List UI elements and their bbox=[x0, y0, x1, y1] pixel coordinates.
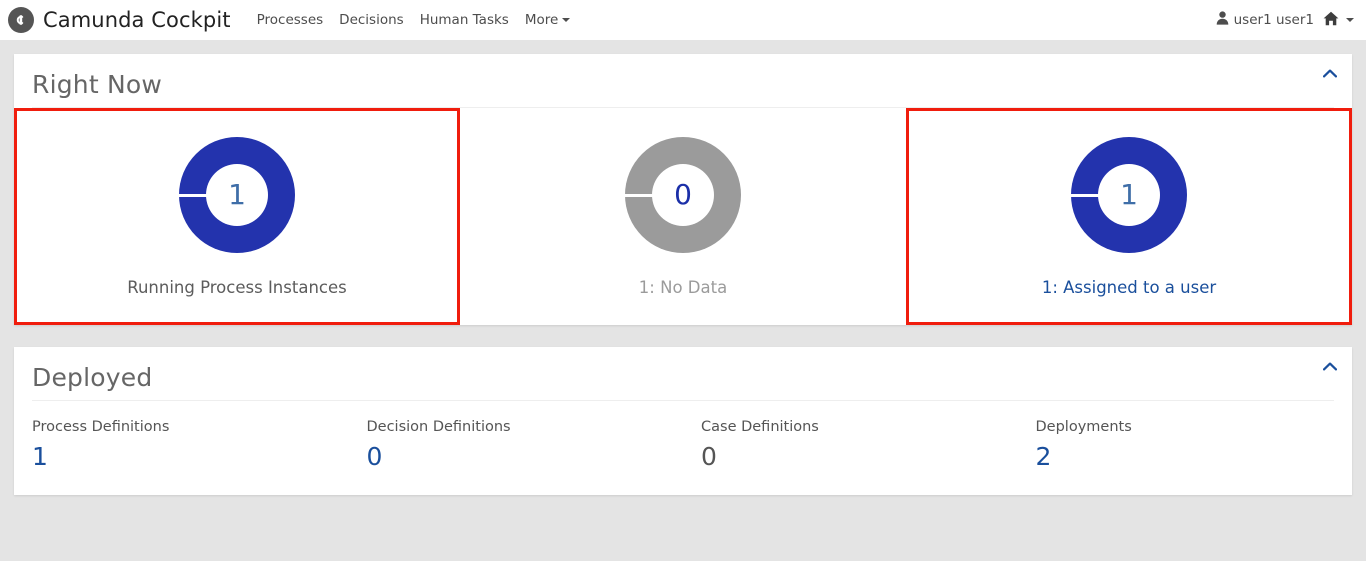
stat-label: Deployments bbox=[1035, 419, 1132, 435]
right-now-collapse-toggle[interactable] bbox=[1321, 63, 1339, 81]
metric-label: 1: No Data bbox=[638, 278, 728, 297]
main-nav: Processes Decisions Human Tasks More bbox=[249, 12, 579, 28]
home-menu[interactable] bbox=[1323, 11, 1354, 30]
page-content: Right Now 1 Running Process Instances 0 … bbox=[0, 40, 1366, 495]
home-icon bbox=[1323, 11, 1339, 30]
stat-deployments: Deployments 2 bbox=[1018, 419, 1353, 469]
right-now-title: Right Now bbox=[32, 70, 163, 99]
stat-label: Process Definitions bbox=[32, 419, 170, 435]
deployed-stats: Process Definitions 1 Decision Definitio… bbox=[14, 401, 1352, 495]
metric-assigned-to-a-user[interactable]: 1 1: Assigned to a user bbox=[906, 108, 1352, 325]
user-name: user1 user1 bbox=[1233, 12, 1314, 28]
stat-label: Case Definitions bbox=[701, 419, 819, 435]
donut-hole: 1 bbox=[206, 164, 268, 226]
stat-case-definitions: Case Definitions 0 bbox=[683, 419, 1018, 469]
chevron-down-icon bbox=[1346, 18, 1354, 22]
nav-item-decisions[interactable]: Decisions bbox=[331, 12, 412, 28]
deployed-header: Deployed bbox=[14, 347, 1352, 400]
stat-process-definitions: Process Definitions 1 bbox=[14, 419, 349, 469]
header-right-controls: user1 user1 bbox=[1216, 0, 1354, 40]
metric-value: 1 bbox=[1120, 178, 1138, 211]
right-now-card: Right Now 1 Running Process Instances 0 … bbox=[14, 54, 1352, 325]
stat-value[interactable]: 0 bbox=[367, 444, 684, 469]
deployed-collapse-toggle[interactable] bbox=[1321, 356, 1339, 374]
donut-chart-assigned-to-a-user: 1 bbox=[1071, 137, 1187, 253]
right-now-metrics: 1 Running Process Instances 0 1: No Data bbox=[14, 108, 1352, 325]
donut-hole: 1 bbox=[1098, 164, 1160, 226]
nav-item-processes[interactable]: Processes bbox=[249, 12, 332, 28]
deployed-card: Deployed Process Definitions 1 Decision … bbox=[14, 347, 1352, 495]
chevron-up-icon bbox=[1322, 63, 1338, 82]
chevron-down-icon bbox=[562, 17, 571, 22]
metric-value: 0 bbox=[674, 178, 692, 211]
metric-label: Running Process Instances bbox=[127, 278, 347, 297]
stat-value[interactable]: 2 bbox=[1036, 444, 1353, 469]
donut-gap bbox=[179, 193, 208, 197]
donut-gap bbox=[1071, 193, 1100, 197]
metric-value: 1 bbox=[228, 178, 246, 211]
stat-decision-definitions: Decision Definitions 0 bbox=[349, 419, 684, 469]
brand-title: Camunda Cockpit bbox=[43, 7, 231, 32]
donut-chart-running-process-instances: 1 bbox=[179, 137, 295, 253]
nav-item-human-tasks[interactable]: Human Tasks bbox=[412, 12, 517, 28]
donut-chart-no-data: 0 bbox=[625, 137, 741, 253]
nav-item-more-label: More bbox=[524, 11, 559, 28]
stat-value: 0 bbox=[701, 442, 717, 471]
stat-value[interactable]: 1 bbox=[32, 444, 349, 469]
user-menu[interactable]: user1 user1 bbox=[1216, 11, 1314, 29]
donut-hole: 0 bbox=[652, 164, 714, 226]
right-now-header: Right Now bbox=[14, 54, 1352, 107]
stat-label: Decision Definitions bbox=[366, 419, 511, 435]
app-header: Camunda Cockpit Processes Decisions Huma… bbox=[0, 0, 1366, 40]
metric-no-data[interactable]: 0 1: No Data bbox=[460, 108, 906, 325]
deployed-title: Deployed bbox=[32, 363, 153, 392]
camunda-logo-icon bbox=[8, 6, 34, 33]
user-icon bbox=[1216, 11, 1229, 29]
metric-running-process-instances[interactable]: 1 Running Process Instances bbox=[14, 108, 460, 325]
brand[interactable]: Camunda Cockpit bbox=[8, 6, 231, 33]
nav-item-more[interactable]: More bbox=[517, 12, 578, 28]
metric-label[interactable]: 1: Assigned to a user bbox=[1042, 278, 1216, 297]
chevron-up-icon bbox=[1322, 356, 1338, 375]
donut-gap bbox=[625, 193, 654, 197]
